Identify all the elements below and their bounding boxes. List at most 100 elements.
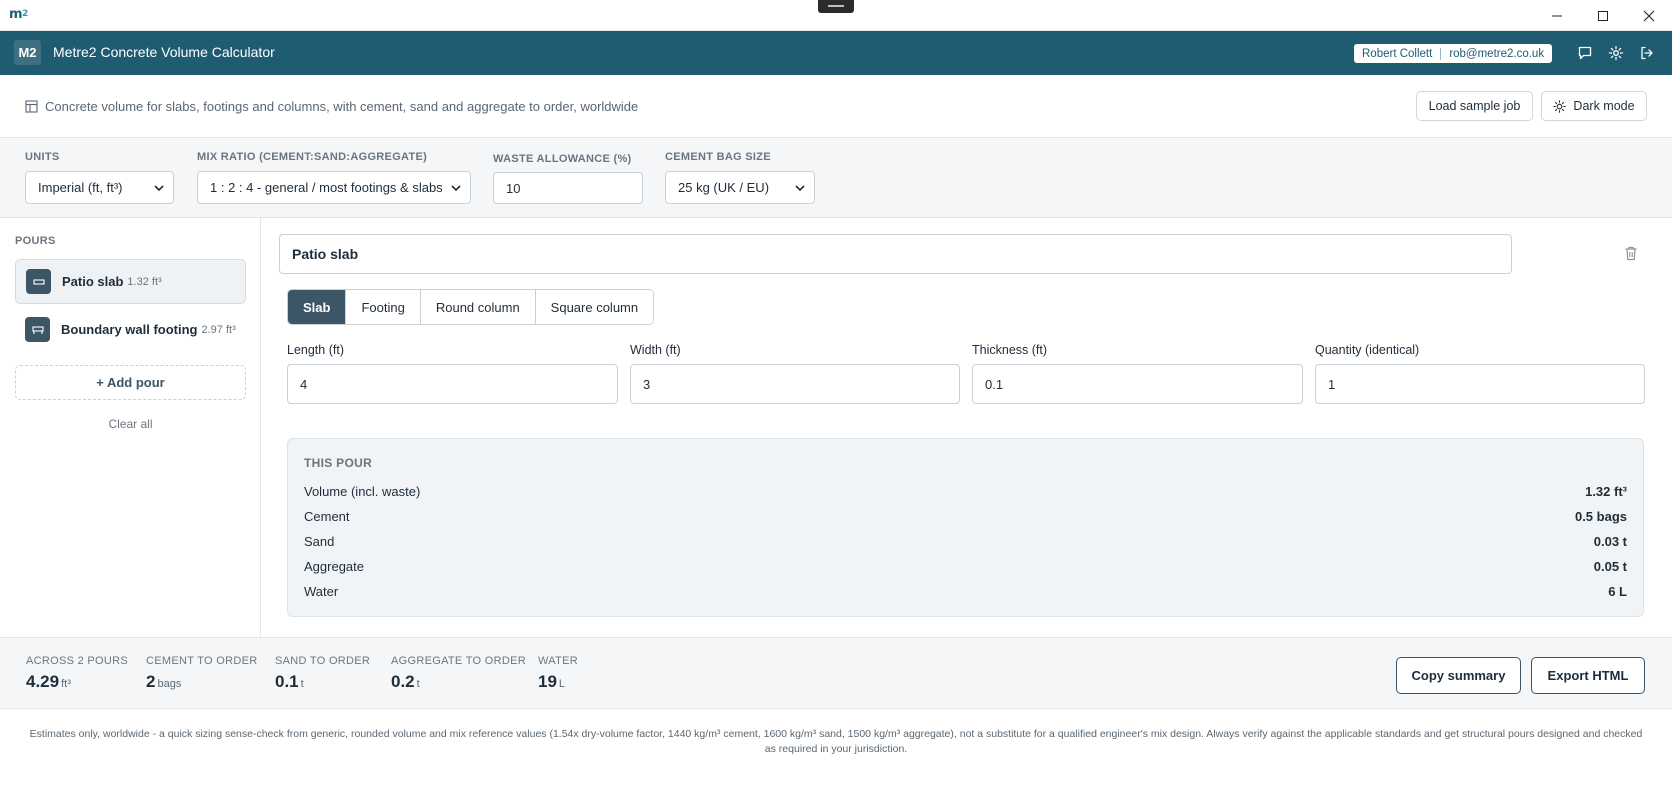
total-value: 2 <box>146 672 156 691</box>
pours-heading: POURS <box>15 235 56 247</box>
pour-item-name: Patio slab <box>62 274 124 289</box>
minimize-button[interactable] <box>1534 0 1580 31</box>
chevron-down-icon <box>154 185 164 192</box>
result-label: Water <box>304 584 339 599</box>
this-pour-results: THIS POUR Volume (incl. waste) 1.32 ft³ … <box>287 438 1644 617</box>
app-logo: M2 <box>14 40 41 65</box>
tab-footing[interactable]: Footing <box>346 290 421 324</box>
disclaimer-text: Estimates only, worldwide - a quick sizi… <box>29 728 1643 755</box>
total-value: 0.1 <box>275 672 299 691</box>
units-select[interactable]: Imperial (ft, ft³) <box>25 171 174 204</box>
units-label: UNITS <box>25 151 60 163</box>
order-totals-bar: ACROSS 2 POURS 4.29 ft³ CEMENT TO ORDER 2… <box>0 637 1672 709</box>
intro-description: Concrete volume for slabs, footings and … <box>25 99 638 114</box>
total-label: ACROSS 2 POURS <box>26 655 129 667</box>
dark-mode-toggle[interactable]: Dark mode <box>1541 91 1647 121</box>
sign-out-icon <box>1641 46 1653 60</box>
pour-name-input[interactable]: Patio slab <box>279 234 1512 274</box>
window-drag-handle[interactable] <box>818 0 854 13</box>
close-icon <box>1643 10 1655 21</box>
width-label: Width (ft) <box>630 343 681 357</box>
footer: Estimates only, worldwide - a quick sizi… <box>0 709 1672 799</box>
result-row-water: Water 6 L <box>304 584 1627 599</box>
delete-pour-button[interactable] <box>1623 245 1639 265</box>
tab-round-column[interactable]: Round column <box>420 290 536 324</box>
total-label: SAND TO ORDER <box>275 655 371 667</box>
total-unit: t <box>300 678 304 690</box>
total-sand: SAND TO ORDER 0.1 t <box>275 655 370 692</box>
total-label: WATER <box>538 655 578 667</box>
mix-ratio-label: MIX RATIO (CEMENT:SAND:AGGREGATE) <box>197 151 428 163</box>
result-value: 1.32 ft³ <box>1585 484 1627 499</box>
account-divider <box>1440 47 1442 60</box>
result-label: Cement <box>304 509 350 524</box>
slab-icon <box>26 269 51 294</box>
account-badge[interactable]: Robert Collett rob@metre2.co.uk <box>1354 44 1553 63</box>
tab-square-column[interactable]: Square column <box>535 290 654 324</box>
total-aggregate: AGGREGATE TO ORDER 0.2 t <box>391 655 526 692</box>
pour-type-tabs: Slab Footing Round column Square column <box>287 289 655 325</box>
feedback-button[interactable] <box>1574 42 1596 64</box>
pours-sidebar: POURS Patio slab 1.32 ft³ Boundary wall … <box>0 218 261 637</box>
pour-item-boundary-wall-footing[interactable]: Boundary wall footing 2.97 ft³ <box>15 307 246 352</box>
total-label: CEMENT TO ORDER <box>146 655 258 667</box>
total-water: WATER 19 L <box>538 655 578 692</box>
settings-button[interactable] <box>1605 42 1627 64</box>
maximize-button[interactable] <box>1580 0 1626 31</box>
export-html-button[interactable]: Export HTML <box>1531 657 1645 694</box>
add-pour-button[interactable]: + Add pour <box>15 365 246 400</box>
result-value: 0.03 t <box>1593 534 1627 549</box>
pour-item-volume: 1.32 ft³ <box>127 275 162 288</box>
app-title: Metre2 Concrete Volume Calculator <box>53 44 275 60</box>
waste-allowance-input[interactable]: 10 <box>493 172 643 204</box>
thickness-label: Thickness (ft) <box>972 343 1048 357</box>
footing-icon <box>25 317 50 342</box>
user-name: Robert Collett <box>1362 47 1433 60</box>
window-titlebar: m2 <box>0 0 1672 31</box>
chevron-down-icon <box>795 185 805 192</box>
intro-text: Concrete volume for slabs, footings and … <box>45 99 639 114</box>
total-value: 0.2 <box>391 672 415 691</box>
gear-icon <box>1608 45 1624 61</box>
pour-editor: Patio slab Slab Footing Round column Squ… <box>261 218 1672 637</box>
total-unit: bags <box>157 678 182 690</box>
app-header: M2 Metre2 Concrete Volume Calculator Rob… <box>0 31 1672 75</box>
pour-item-patio-slab[interactable]: Patio slab 1.32 ft³ <box>15 259 246 304</box>
copy-summary-button[interactable]: Copy summary <box>1396 657 1521 694</box>
calculator-layout-icon <box>25 100 38 113</box>
waste-allowance-label: WASTE ALLOWANCE (%) <box>493 153 632 165</box>
total-label: AGGREGATE TO ORDER <box>391 655 526 667</box>
tab-slab[interactable]: Slab <box>288 290 347 324</box>
total-value: 4.29 <box>26 672 60 691</box>
result-label: Volume (incl. waste) <box>304 484 421 499</box>
width-input[interactable]: 3 <box>630 364 960 404</box>
result-value: 0.5 bags <box>1574 509 1627 524</box>
chat-icon <box>1578 46 1592 60</box>
result-row-sand: Sand 0.03 t <box>304 534 1627 549</box>
load-sample-job-button[interactable]: Load sample job <box>1416 91 1533 121</box>
length-input[interactable]: 4 <box>287 364 618 404</box>
result-row-volume: Volume (incl. waste) 1.32 ft³ <box>304 484 1627 499</box>
result-label: Sand <box>304 534 335 549</box>
quantity-input[interactable]: 1 <box>1315 364 1645 404</box>
pour-item-volume: 2.97 ft³ <box>201 323 236 336</box>
thickness-input[interactable]: 0.1 <box>972 364 1303 404</box>
mix-ratio-select[interactable]: 1 : 2 : 4 - general / most footings & sl… <box>197 171 471 204</box>
chevron-down-icon <box>451 185 461 192</box>
pour-item-name: Boundary wall footing <box>61 322 198 337</box>
sign-out-button[interactable] <box>1636 42 1658 64</box>
clear-all-link[interactable]: Clear all <box>0 417 261 431</box>
maximize-icon <box>1598 10 1608 21</box>
result-value: 0.05 t <box>1593 559 1627 574</box>
cement-bag-size-label: CEMENT BAG SIZE <box>665 151 771 163</box>
total-volume: ACROSS 2 POURS 4.29 ft³ <box>26 655 128 692</box>
result-value: 6 L <box>1608 584 1627 599</box>
quantity-label: Quantity (identical) <box>1315 343 1420 357</box>
total-unit: t <box>416 678 420 690</box>
length-label: Length (ft) <box>287 343 344 357</box>
trash-icon <box>1625 246 1637 261</box>
settings-bar: UNITS Imperial (ft, ft³) MIX RATIO (CEME… <box>0 138 1672 218</box>
total-unit: L <box>558 678 566 690</box>
close-window-button[interactable] <box>1626 0 1672 31</box>
cement-bag-size-select[interactable]: 25 kg (UK / EU) <box>665 171 815 204</box>
